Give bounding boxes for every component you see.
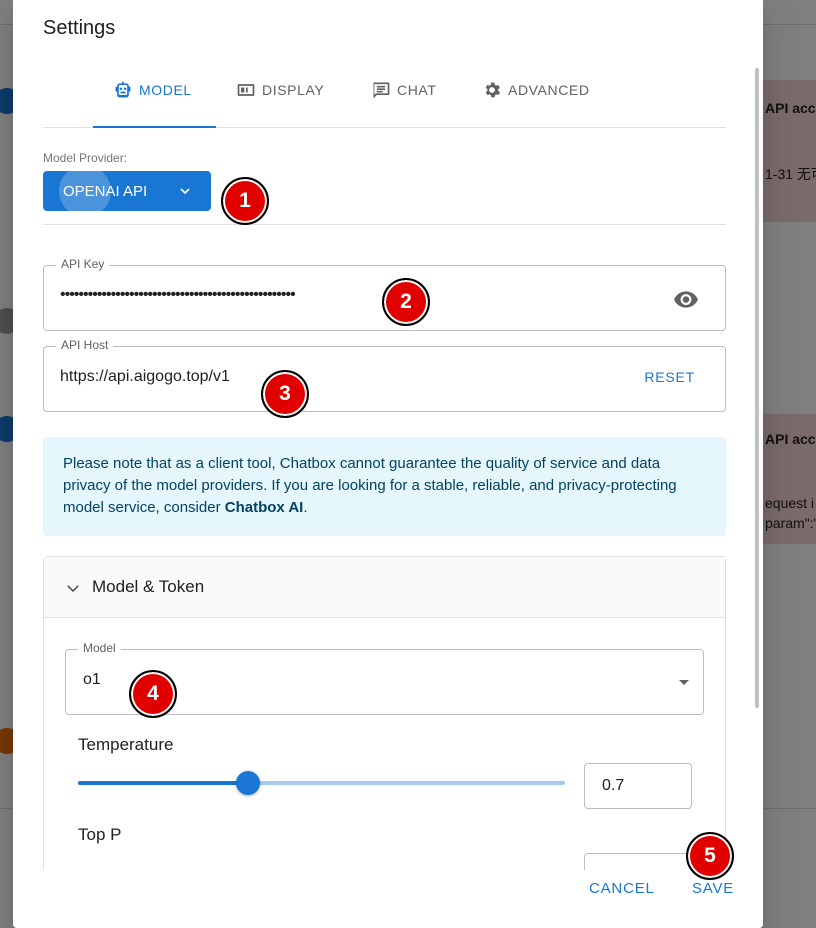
tab-model[interactable]: MODEL <box>113 52 192 128</box>
marker-badge: 1 <box>221 177 269 225</box>
temperature-value: 0.7 <box>602 777 625 794</box>
notice-text: Please note that as a client tool, Chatb… <box>63 455 677 516</box>
tab-indicator <box>93 126 216 128</box>
temperature-label: Temperature <box>78 735 174 754</box>
settings-dialog: Settings MODEL DISPLAY CHAT ADVANCED Mod… <box>13 0 763 928</box>
tab-label: DISPLAY <box>262 82 325 98</box>
api-host-label: API Host <box>56 338 114 352</box>
model-provider-value: OPENAI API <box>63 182 148 200</box>
eye-icon[interactable] <box>673 286 699 312</box>
api-key-label: API Key <box>56 257 110 271</box>
model-provider-label: Model Provider: <box>43 151 128 165</box>
tab-label: ADVANCED <box>508 82 590 98</box>
chatbox-ai-link[interactable]: Chatbox AI <box>225 499 304 516</box>
api-host-value: https://api.aigogo.top/v1 <box>60 368 230 385</box>
tab-label: MODEL <box>139 82 192 98</box>
marker-badge: 2 <box>382 278 430 326</box>
tab-label: CHAT <box>397 82 437 98</box>
dropdown-arrow-icon <box>679 680 689 685</box>
reset-button[interactable]: RESET <box>644 369 695 385</box>
api-host-field[interactable]: API Host https://api.aigogo.top/v1 RESET <box>43 338 726 412</box>
save-button[interactable]: SAVE <box>692 880 734 897</box>
dialog-content: MODEL DISPLAY CHAT ADVANCED Model Provid… <box>43 52 726 870</box>
marker-badge: 4 <box>129 670 177 718</box>
dialog-title: Settings <box>43 17 116 39</box>
chat-icon <box>373 82 390 99</box>
temperature-slider-track <box>78 781 249 785</box>
tab-display[interactable]: DISPLAY <box>236 52 324 128</box>
accordion-header[interactable]: Model & Token <box>44 557 725 618</box>
model-label: Model <box>78 641 121 655</box>
marker-badge: 5 <box>686 832 734 880</box>
settings-tabs: MODEL DISPLAY CHAT ADVANCED <box>43 52 726 128</box>
top-p-input[interactable] <box>584 853 692 870</box>
scrollbar[interactable] <box>755 68 759 708</box>
temperature-input[interactable]: 0.7 <box>584 763 692 809</box>
model-provider-select[interactable]: OPENAI API <box>43 171 211 211</box>
section-divider <box>43 224 726 225</box>
temperature-slider-thumb[interactable] <box>236 771 261 795</box>
gear-icon <box>485 82 501 98</box>
display-icon <box>237 84 255 96</box>
dialog-actions: CANCEL SAVE <box>13 870 763 928</box>
tab-chat[interactable]: CHAT <box>371 52 436 128</box>
model-value: o1 <box>83 671 101 688</box>
notice-suffix: . <box>303 499 308 516</box>
api-key-value: ••••••••••••••••••••••••••••••••••••••••… <box>60 286 296 303</box>
chevron-down-icon <box>180 188 190 195</box>
chevron-down-icon <box>67 585 79 593</box>
cancel-button[interactable]: CANCEL <box>589 880 655 897</box>
robot-icon <box>115 81 131 98</box>
info-notice: Please note that as a client tool, Chatb… <box>43 437 726 536</box>
accordion-title: Model & Token <box>92 577 205 596</box>
tab-advanced[interactable]: ADVANCED <box>482 52 590 128</box>
marker-badge: 3 <box>261 370 309 418</box>
top-p-label: Top P <box>78 825 122 844</box>
